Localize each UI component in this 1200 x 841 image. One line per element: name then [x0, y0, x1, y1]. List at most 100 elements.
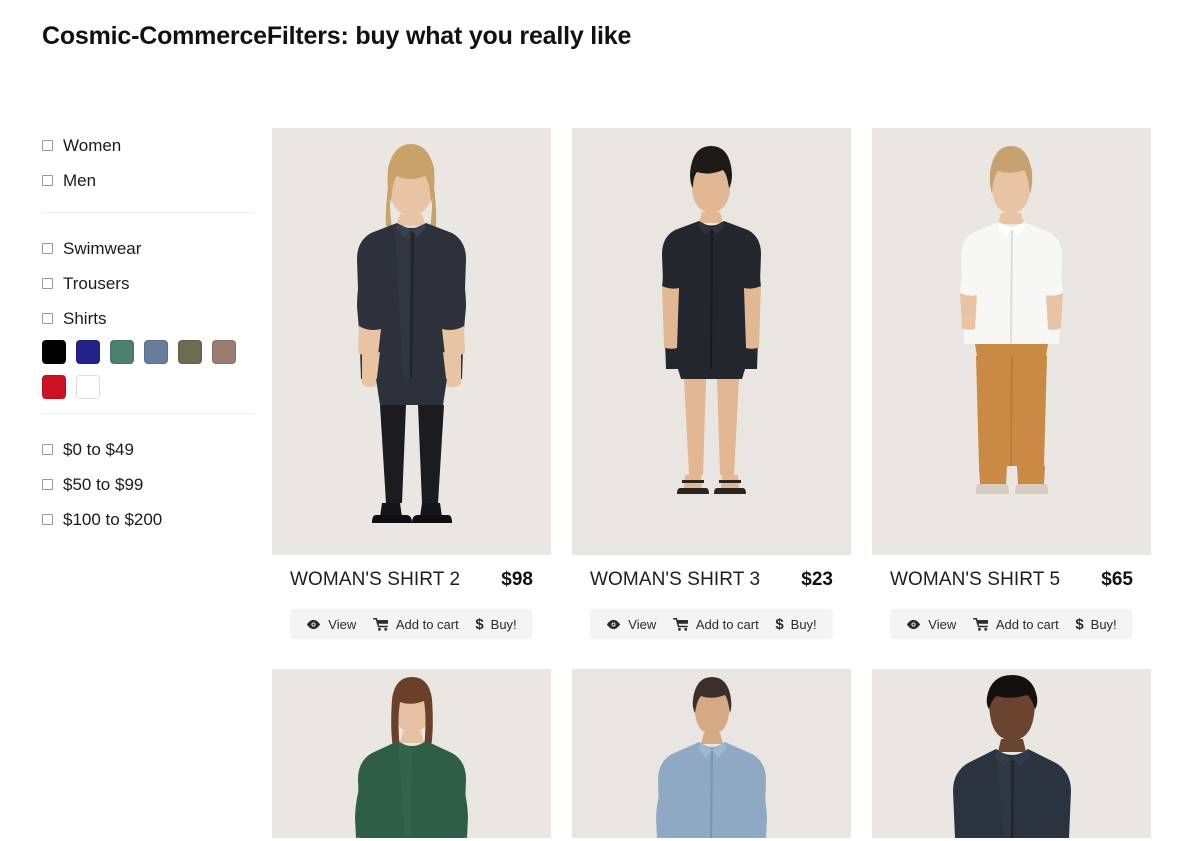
color-swatch-black[interactable]	[42, 340, 66, 364]
add-to-cart-label: Add to cart	[395, 616, 459, 632]
eye-icon	[307, 619, 321, 629]
model-illustration	[872, 669, 1151, 838]
divider	[42, 212, 254, 213]
checkbox-icon[interactable]	[42, 514, 53, 525]
cart-icon	[672, 617, 688, 631]
filter-label: Men	[63, 171, 97, 190]
dollar-icon: $	[1075, 615, 1084, 633]
filter-item-trousers[interactable]: Trousers	[42, 266, 254, 301]
add-to-cart-button[interactable]: Add to cart	[972, 616, 1059, 632]
filter-item-price-50-99[interactable]: $50 to $99	[42, 467, 254, 502]
page-root: Cosmic-CommerceFilters: buy what you rea…	[0, 0, 1200, 841]
product-actions: View Add to cart $ Buy!	[290, 609, 533, 639]
buy-label: Buy!	[490, 616, 517, 632]
checkbox-icon[interactable]	[42, 479, 53, 490]
filter-sidebar: Women Men Swimwear Trousers Shirts $0 to…	[42, 128, 254, 537]
product-price: $23	[801, 569, 833, 590]
view-button[interactable]: View	[606, 617, 656, 632]
page-title: Cosmic-CommerceFilters: buy what you rea…	[42, 22, 632, 50]
add-to-cart-label: Add to cart	[695, 616, 759, 632]
filter-label: $50 to $99	[63, 475, 144, 494]
buy-button[interactable]: $ Buy!	[775, 616, 816, 633]
buy-button[interactable]: $ Buy!	[1075, 616, 1116, 633]
add-to-cart-button[interactable]: Add to cart	[672, 616, 759, 632]
product-grid: WOMAN'S SHIRT 2 $98 View Add to cart $ B…	[272, 128, 1162, 838]
checkbox-icon[interactable]	[42, 140, 53, 151]
product-actions: View Add to cart $ Buy!	[590, 609, 833, 639]
model-illustration	[572, 669, 851, 838]
checkbox-icon[interactable]	[42, 313, 53, 324]
product-card[interactable]	[272, 669, 551, 838]
eye-icon	[607, 619, 621, 629]
color-swatch-white[interactable]	[76, 375, 100, 399]
product-image[interactable]	[872, 669, 1151, 838]
product-image[interactable]	[572, 669, 851, 838]
model-illustration	[872, 128, 1151, 555]
product-image[interactable]	[872, 128, 1151, 555]
color-swatch-olive[interactable]	[178, 340, 202, 364]
product-meta: WOMAN'S SHIRT 3 $23	[572, 555, 851, 591]
filter-item-price-100-200[interactable]: $100 to $200	[42, 502, 254, 537]
checkbox-icon[interactable]	[42, 278, 53, 289]
color-swatch-row-1	[42, 340, 254, 364]
filter-item-shirts[interactable]: Shirts	[42, 301, 254, 336]
dollar-icon: $	[775, 615, 784, 633]
view-button[interactable]: View	[906, 617, 956, 632]
product-actions: View Add to cart $ Buy!	[890, 609, 1133, 639]
add-to-cart-button[interactable]: Add to cart	[372, 616, 459, 632]
view-label: View	[928, 616, 957, 632]
filter-label: $0 to $49	[63, 440, 134, 459]
model-illustration	[272, 669, 551, 838]
product-name: WOMAN'S SHIRT 5	[890, 569, 1061, 590]
product-price: $98	[501, 569, 533, 590]
filter-label: Women	[63, 136, 122, 155]
category-filter-group: Swimwear Trousers Shirts	[42, 231, 254, 336]
dollar-icon: $	[475, 615, 484, 633]
product-price: $65	[1101, 569, 1133, 590]
filter-label: Trousers	[63, 274, 130, 293]
gender-filter-group: Women Men	[42, 128, 254, 198]
model-illustration	[572, 128, 851, 555]
buy-label: Buy!	[790, 616, 817, 632]
view-button[interactable]: View	[306, 617, 356, 632]
buy-label: Buy!	[1090, 616, 1117, 632]
checkbox-icon[interactable]	[42, 175, 53, 186]
color-swatch-teal[interactable]	[110, 340, 134, 364]
filter-item-swimwear[interactable]: Swimwear	[42, 231, 254, 266]
buy-button[interactable]: $ Buy!	[475, 616, 516, 633]
filter-label: Swimwear	[63, 239, 142, 258]
color-swatch-slate[interactable]	[144, 340, 168, 364]
product-card[interactable]: WOMAN'S SHIRT 2 $98 View Add to cart $ B…	[272, 128, 551, 639]
checkbox-icon[interactable]	[42, 243, 53, 254]
product-image[interactable]	[272, 669, 551, 838]
checkbox-icon[interactable]	[42, 444, 53, 455]
filter-label: $100 to $200	[63, 510, 163, 529]
product-card[interactable]: WOMAN'S SHIRT 5 $65 View Add to cart $ B…	[872, 128, 1151, 639]
product-name: WOMAN'S SHIRT 2	[290, 569, 461, 590]
color-swatch-navy[interactable]	[76, 340, 100, 364]
view-label: View	[628, 616, 657, 632]
filter-item-women[interactable]: Women	[42, 128, 254, 163]
filter-item-price-0-49[interactable]: $0 to $49	[42, 432, 254, 467]
product-name: WOMAN'S SHIRT 3	[590, 569, 761, 590]
price-filter-group: $0 to $49 $50 to $99 $100 to $200	[42, 432, 254, 537]
cart-icon	[972, 617, 988, 631]
color-swatch-taupe[interactable]	[212, 340, 236, 364]
product-image[interactable]	[572, 128, 851, 555]
add-to-cart-label: Add to cart	[995, 616, 1059, 632]
product-card[interactable]	[872, 669, 1151, 838]
filter-label: Shirts	[63, 309, 107, 328]
color-swatch-red[interactable]	[42, 375, 66, 399]
color-swatch-row-2	[42, 375, 254, 399]
model-illustration	[272, 128, 551, 555]
view-label: View	[328, 616, 357, 632]
product-card[interactable]	[572, 669, 851, 838]
filter-item-men[interactable]: Men	[42, 163, 254, 198]
product-meta: WOMAN'S SHIRT 2 $98	[272, 555, 551, 591]
product-meta: WOMAN'S SHIRT 5 $65	[872, 555, 1151, 591]
color-filter-group	[42, 340, 254, 399]
eye-icon	[907, 619, 921, 629]
product-card[interactable]: WOMAN'S SHIRT 3 $23 View Add to cart $ B…	[572, 128, 851, 639]
divider	[42, 413, 254, 414]
product-image[interactable]	[272, 128, 551, 555]
